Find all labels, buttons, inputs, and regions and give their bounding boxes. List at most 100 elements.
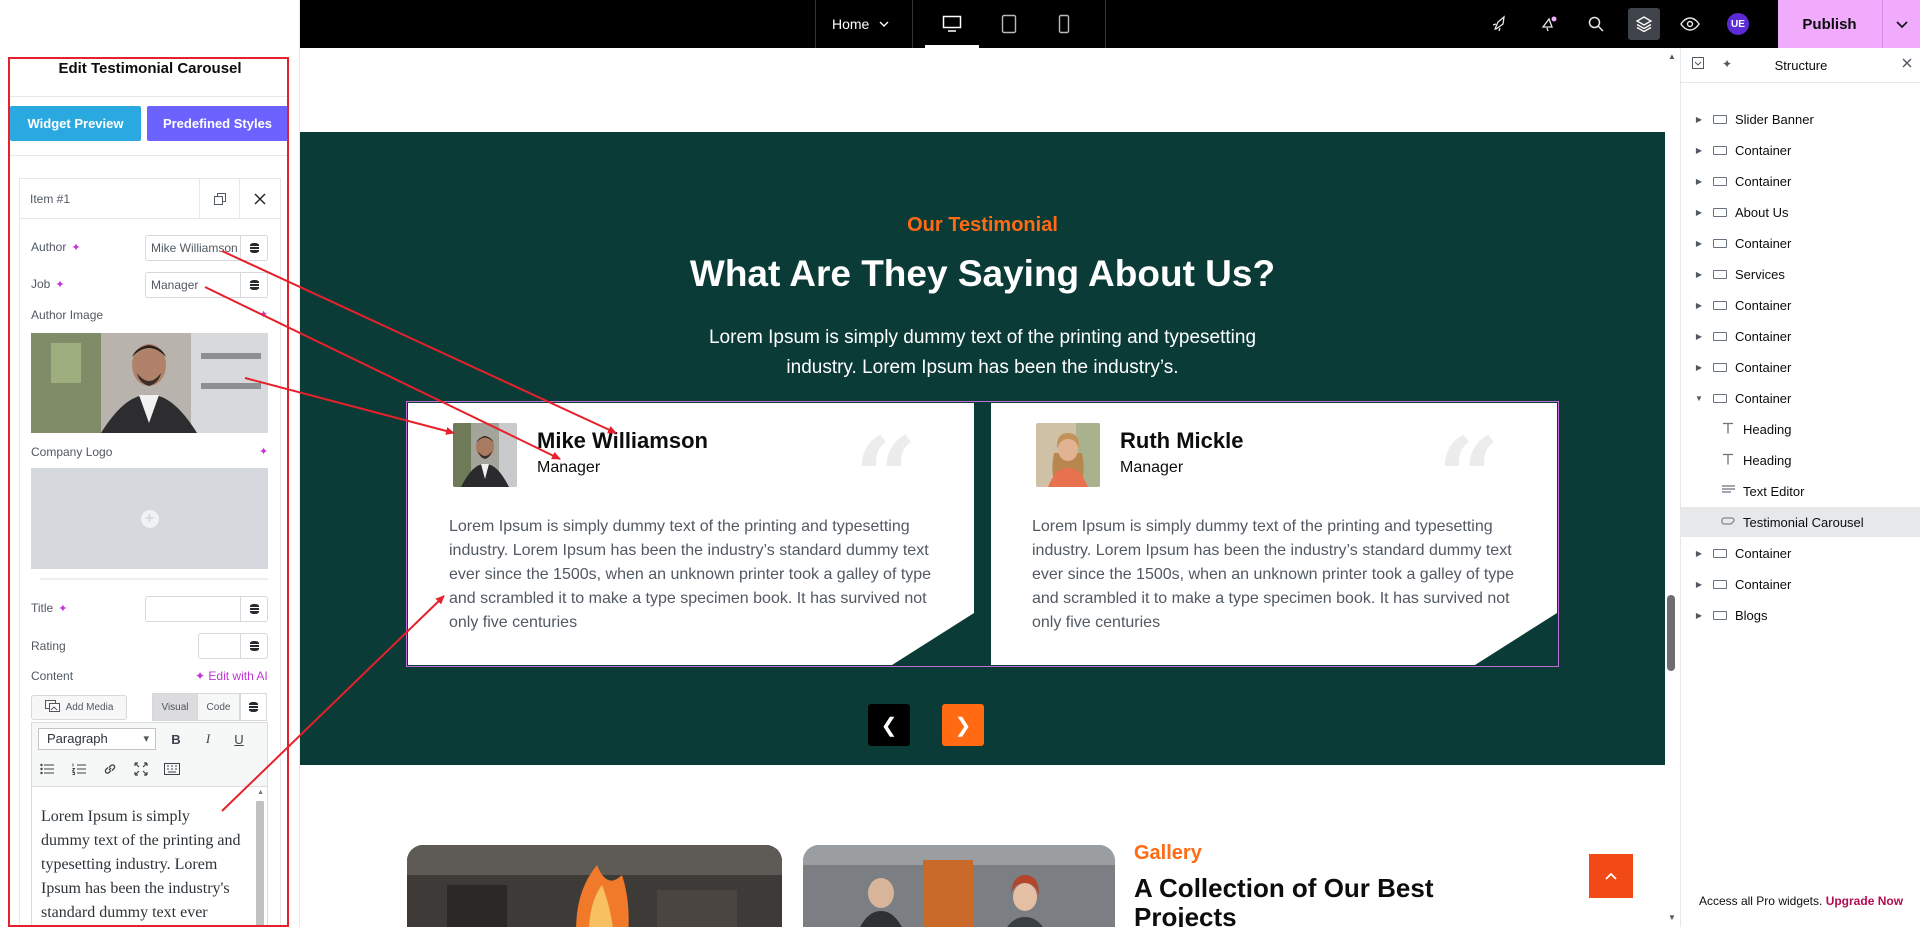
structure-item-label: Heading: [1743, 452, 1792, 468]
company-logo-upload[interactable]: +: [31, 468, 268, 569]
editor-toolbar: Paragraph B I U: [32, 723, 267, 787]
underline-icon[interactable]: U: [226, 726, 252, 752]
expand-right-caret-icon[interactable]: ▶: [1691, 301, 1707, 310]
notifications-icon[interactable]: [1534, 9, 1564, 39]
mobile-view-icon[interactable]: [1037, 0, 1091, 48]
scroll-to-top-button[interactable]: [1589, 854, 1633, 898]
structure-item[interactable]: ▶ Container: [1681, 538, 1920, 569]
ai-sparkle-icon[interactable]: ✦: [259, 308, 268, 321]
author-image-preview[interactable]: [31, 333, 268, 433]
publish-options-chevron-icon[interactable]: [1882, 0, 1920, 48]
scroll-up-arrow-icon[interactable]: ▲: [257, 789, 264, 796]
user-avatar[interactable]: UE: [1723, 9, 1753, 39]
structure-item[interactable]: ▶ Container: [1681, 135, 1920, 166]
expand-right-caret-icon[interactable]: ▶: [1691, 611, 1707, 620]
expand-right-caret-icon[interactable]: ▶: [1691, 549, 1707, 558]
title-input[interactable]: [145, 596, 241, 622]
rich-text-editor[interactable]: Paragraph B I U Lo: [31, 722, 268, 927]
dynamic-tags-icon[interactable]: [240, 693, 267, 721]
add-media-button[interactable]: Add Media: [31, 695, 127, 720]
structure-item[interactable]: Testimonial Carousel: [1681, 507, 1920, 538]
dynamic-tags-icon[interactable]: [241, 633, 268, 659]
editor-scrollbar[interactable]: [256, 801, 264, 927]
expand-right-caret-icon[interactable]: ▶: [1691, 177, 1707, 186]
structure-item[interactable]: ▶ Slider Banner: [1681, 104, 1920, 135]
content-label: Content: [31, 669, 74, 683]
expand-right-caret-icon[interactable]: ▶: [1691, 208, 1707, 217]
canvas-scroll-up-arrow-icon[interactable]: ▲: [1668, 52, 1676, 61]
predefined-styles-button[interactable]: Predefined Styles: [147, 106, 288, 141]
structure-item[interactable]: ▶ Container: [1681, 290, 1920, 321]
format-select[interactable]: Paragraph: [38, 728, 156, 750]
dynamic-tags-icon[interactable]: [241, 272, 268, 298]
desktop-view-icon[interactable]: [925, 0, 979, 48]
expand-down-caret-icon[interactable]: ▼: [1691, 394, 1707, 403]
search-icon[interactable]: [1581, 9, 1611, 39]
numbered-list-icon[interactable]: [66, 756, 92, 782]
ai-sparkle-icon[interactable]: ✦: [55, 278, 64, 291]
structure-item[interactable]: ▶ Blogs: [1681, 600, 1920, 631]
structure-item[interactable]: ▶ About Us: [1681, 197, 1920, 228]
carousel-next-button[interactable]: ❯: [942, 704, 984, 746]
structure-item[interactable]: ▶ Services: [1681, 259, 1920, 290]
structure-item[interactable]: ▼ Container: [1681, 383, 1920, 414]
dynamic-tags-icon[interactable]: [241, 235, 268, 261]
structure-item[interactable]: ▶ Container: [1681, 569, 1920, 600]
ai-sparkle-icon[interactable]: ✦: [71, 241, 80, 254]
rating-input[interactable]: [198, 633, 241, 659]
gallery-image[interactable]: [803, 845, 1115, 927]
italic-icon[interactable]: I: [195, 726, 221, 752]
keyboard-toolbar-toggle-icon[interactable]: [159, 756, 185, 782]
edit-with-ai-button[interactable]: ✦ Edit with AI: [195, 669, 268, 683]
testimonial-card[interactable]: Mike Williamson Manager “ Lorem Ipsum is…: [408, 403, 974, 665]
canvas-scroll-down-arrow-icon[interactable]: ▼: [1668, 913, 1676, 922]
upgrade-now-link[interactable]: Upgrade Now: [1826, 894, 1903, 908]
publish-button[interactable]: Publish: [1778, 0, 1881, 48]
structure-item[interactable]: Heading: [1681, 414, 1920, 445]
duplicate-icon[interactable]: [199, 179, 239, 219]
job-input[interactable]: Manager: [145, 272, 241, 298]
expand-right-caret-icon[interactable]: ▶: [1691, 332, 1707, 341]
testimonial-card[interactable]: Ruth Mickle Manager “ Lorem Ipsum is sim…: [991, 403, 1557, 665]
structure-item[interactable]: ▶ Container: [1681, 321, 1920, 352]
editor-content[interactable]: Lorem Ipsum is simply dummy text of the …: [41, 805, 241, 925]
section-heading: What Are They Saying About Us?: [689, 253, 1276, 294]
structure-item[interactable]: ▶ Container: [1681, 352, 1920, 383]
link-icon[interactable]: [97, 756, 123, 782]
expand-right-caret-icon[interactable]: ▶: [1691, 270, 1707, 279]
widget-preview-button[interactable]: Widget Preview: [10, 106, 141, 141]
repeater-item-header[interactable]: Item #1: [20, 179, 280, 219]
structure-item[interactable]: Text Editor: [1681, 476, 1920, 507]
structure-item[interactable]: ▶ Container: [1681, 228, 1920, 259]
rocket-icon[interactable]: [1485, 9, 1515, 39]
bold-icon[interactable]: B: [163, 726, 189, 752]
carousel-prev-button[interactable]: ❮: [868, 704, 910, 746]
structure-item-label: Container: [1735, 235, 1792, 251]
structure-item[interactable]: ▶ Container: [1681, 166, 1920, 197]
expand-right-caret-icon[interactable]: ▶: [1691, 363, 1707, 372]
ai-sparkle-icon[interactable]: ✦: [259, 445, 268, 458]
expand-right-caret-icon[interactable]: ▶: [1691, 580, 1707, 589]
container-icon: [1713, 145, 1727, 155]
canvas-scrollbar[interactable]: [1667, 595, 1675, 671]
structure-layers-icon[interactable]: [1628, 8, 1660, 40]
tab-visual[interactable]: Visual: [152, 693, 198, 721]
author-input[interactable]: Mike Williamson: [145, 235, 241, 261]
close-icon[interactable]: [1902, 57, 1912, 71]
bullet-list-icon[interactable]: [34, 756, 60, 782]
tablet-view-icon[interactable]: [982, 0, 1036, 48]
preview-eye-icon[interactable]: [1675, 9, 1705, 39]
fullscreen-icon[interactable]: [128, 756, 154, 782]
container-icon: [1713, 331, 1727, 341]
gallery-image[interactable]: [407, 845, 782, 927]
structure-item[interactable]: Heading: [1681, 445, 1920, 476]
expand-right-caret-icon[interactable]: ▶: [1691, 115, 1707, 124]
remove-icon[interactable]: [239, 179, 279, 219]
tab-code[interactable]: Code: [197, 693, 240, 721]
expand-right-caret-icon[interactable]: ▶: [1691, 146, 1707, 155]
expand-right-caret-icon[interactable]: ▶: [1691, 239, 1707, 248]
page-select[interactable]: Home: [815, 0, 913, 48]
dynamic-tags-icon[interactable]: [241, 596, 268, 622]
ai-sparkle-icon[interactable]: ✦: [58, 602, 67, 615]
structure-item-label: Text Editor: [1743, 483, 1805, 499]
